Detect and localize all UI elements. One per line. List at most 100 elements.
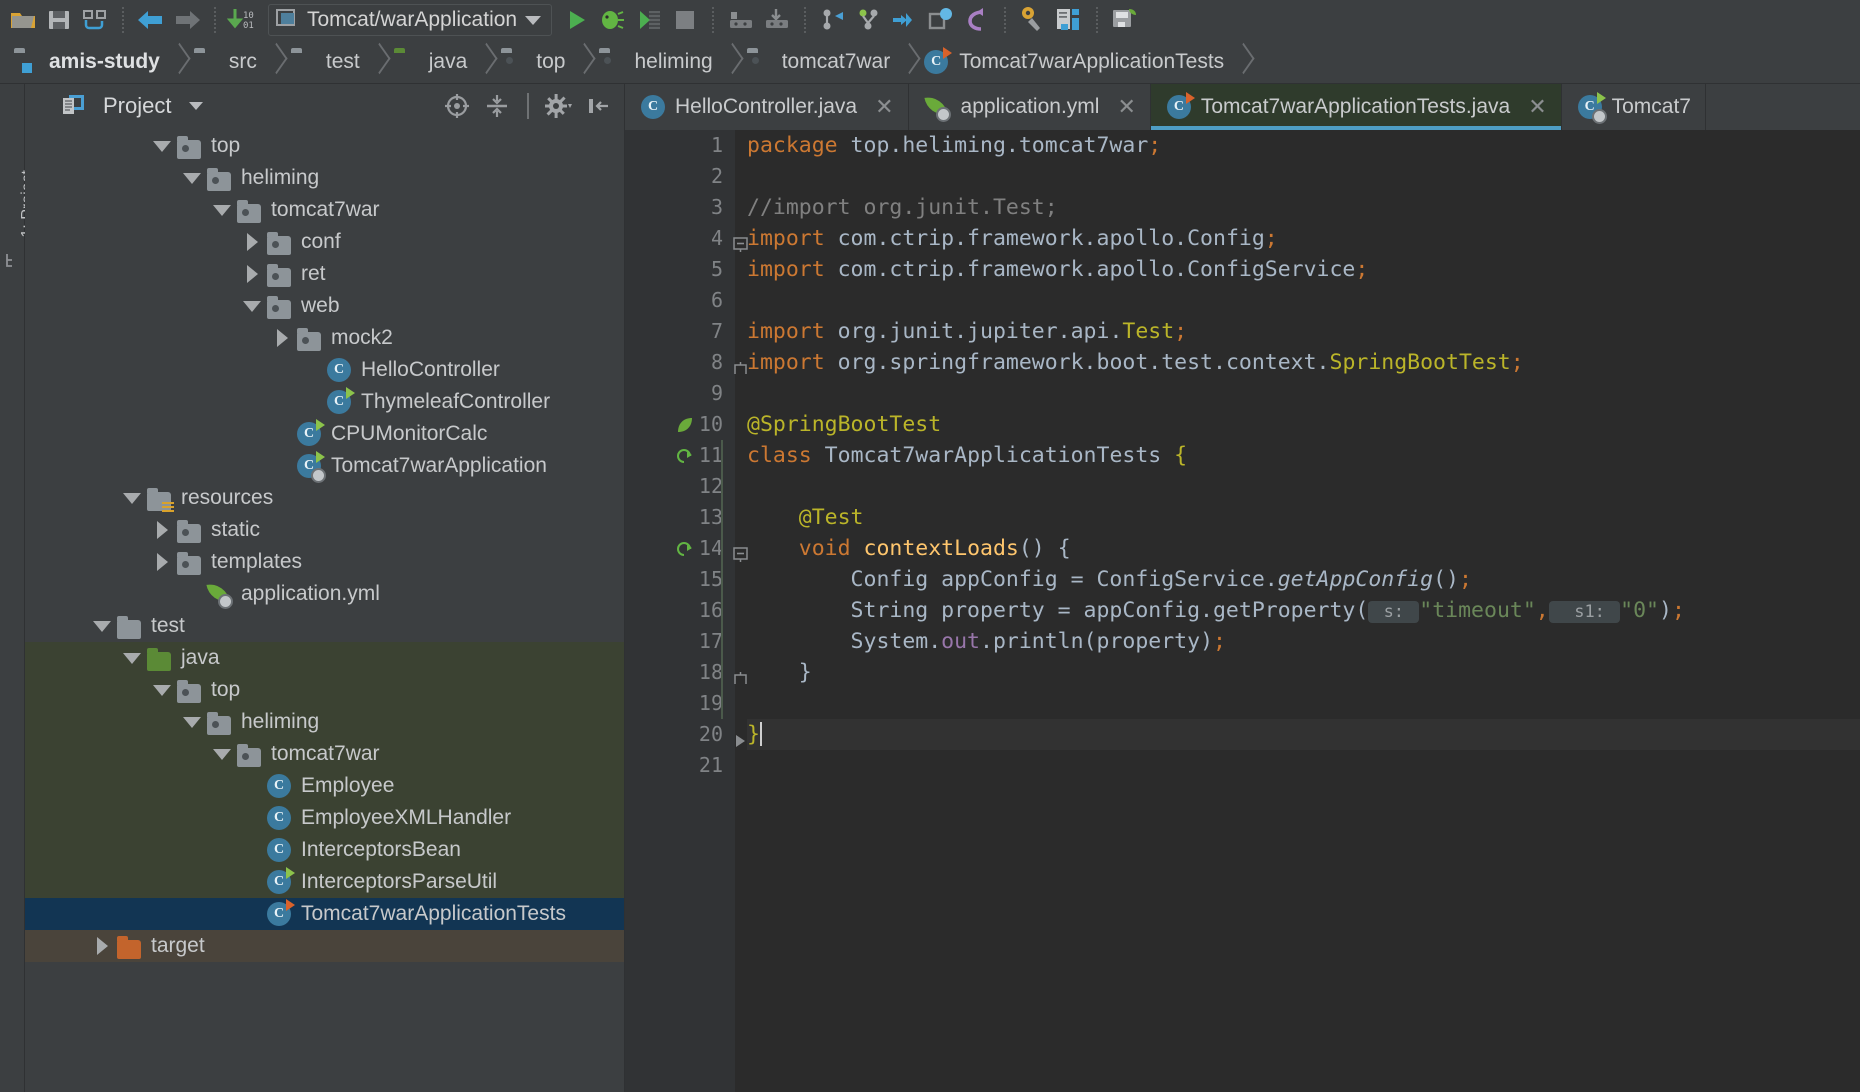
tree-row[interactable]: C ThymeleafController <box>25 386 624 418</box>
project-structure-icon[interactable] <box>1052 3 1086 37</box>
chevron-down-icon[interactable] <box>207 194 237 226</box>
run-with-coverage-icon[interactable] <box>632 3 666 37</box>
close-icon[interactable]: ✕ <box>1117 94 1135 120</box>
editor-gutter[interactable]: 1 2 3 4 5 6 7 8 9 10 11 12 13 14 15 16 17 18 19 20 21 <box>625 130 748 1092</box>
chevron-down-icon[interactable] <box>525 15 542 25</box>
stop-icon[interactable] <box>668 3 702 37</box>
chevron-down-icon[interactable] <box>189 102 204 110</box>
editor-text[interactable]: package top.heliming.tomcat7war; //import… <box>735 130 1860 1092</box>
tree-row[interactable]: mock2 <box>25 322 624 354</box>
tab-tomcat7warapplication-java[interactable]: C Tomcat7 <box>1561 84 1706 130</box>
tree-row[interactable]: C CPUMonitorCalc <box>25 418 624 450</box>
tree-row[interactable]: test <box>25 610 624 642</box>
code-line[interactable]: class Tomcat7warApplicationTests { <box>747 440 1860 471</box>
tab-hellocontroller-java[interactable]: C HelloController.java ✕ <box>625 84 909 130</box>
code-line[interactable]: import org.junit.jupiter.api.Test; <box>747 316 1860 347</box>
code-line[interactable]: System.out.println(property); <box>747 626 1860 657</box>
tree-row[interactable]: top <box>25 674 624 706</box>
open-folder-icon[interactable] <box>6 3 40 37</box>
chevron-right-icon[interactable] <box>147 514 177 546</box>
code-editor[interactable]: 1 2 3 4 5 6 7 8 9 10 11 12 13 14 15 16 17 18 19 20 21 packag… <box>625 130 1860 1092</box>
tree-row[interactable]: ret <box>25 258 624 290</box>
chevron-right-icon[interactable] <box>237 258 267 290</box>
hide-panel-icon[interactable] <box>582 89 616 123</box>
update-project-icon[interactable]: 10 01 <box>226 3 260 37</box>
code-line[interactable] <box>747 471 1860 502</box>
breadcrumb-item-java[interactable]: java <box>384 40 472 84</box>
tree-row[interactable]: heliming <box>25 706 624 738</box>
chevron-down-icon[interactable] <box>177 162 207 194</box>
tree-row[interactable]: templates <box>25 546 624 578</box>
chevron-down-icon[interactable] <box>177 706 207 738</box>
forward-arrow-icon[interactable] <box>170 3 204 37</box>
tree-row[interactable]: java <box>25 642 624 674</box>
collapse-all-icon[interactable] <box>480 89 514 123</box>
code-line[interactable] <box>747 750 1860 781</box>
tree-row[interactable]: target <box>25 930 624 962</box>
chevron-down-icon[interactable] <box>237 290 267 322</box>
run-test-icon[interactable] <box>673 444 695 466</box>
save-spring-icon[interactable] <box>1108 3 1142 37</box>
vcs-commit-icon[interactable] <box>852 3 886 37</box>
code-line[interactable] <box>747 378 1860 409</box>
code-line[interactable]: import com.ctrip.framework.apollo.Config… <box>747 223 1860 254</box>
breadcrumb-item-tomcat7warapplicationtests[interactable]: C Tomcat7warApplicationTests <box>914 40 1228 84</box>
chevron-down-icon[interactable] <box>87 610 117 642</box>
chevron-down-icon[interactable] <box>147 130 177 162</box>
undo-icon[interactable] <box>960 3 994 37</box>
tree-row[interactable]: resources <box>25 482 624 514</box>
tree-row[interactable]: C EmployeeXMLHandler <box>25 802 624 834</box>
chevron-right-icon[interactable] <box>87 930 117 962</box>
code-line[interactable]: String property = appConfig.getProperty(… <box>747 595 1860 626</box>
settings-icon[interactable] <box>1016 3 1050 37</box>
tree-row[interactable]: C HelloController <box>25 354 624 386</box>
sync-refresh-icon[interactable] <box>78 3 112 37</box>
tree-row[interactable]: static <box>25 514 624 546</box>
close-icon[interactable]: ✕ <box>875 94 893 120</box>
close-icon[interactable]: ✕ <box>1528 94 1546 120</box>
tree-row[interactable]: tomcat7war <box>25 194 624 226</box>
code-line[interactable]: } <box>747 657 1860 688</box>
vcs-push-icon[interactable] <box>888 3 922 37</box>
code-line[interactable]: @Test <box>747 502 1860 533</box>
search-everywhere-icon[interactable] <box>924 3 958 37</box>
vcs-update-icon[interactable] <box>816 3 850 37</box>
run-configuration-selector[interactable]: Tomcat/warApplication <box>268 4 553 36</box>
breadcrumb-item-src[interactable]: src <box>184 40 261 84</box>
tree-row[interactable]: C Employee <box>25 770 624 802</box>
structure-icon[interactable] <box>4 252 21 274</box>
breadcrumb-item-heliming[interactable]: heliming <box>589 40 716 84</box>
code-line[interactable]: @SpringBootTest <box>747 409 1860 440</box>
code-line[interactable]: import org.springframework.boot.test.con… <box>747 347 1860 378</box>
code-line[interactable]: import com.ctrip.framework.apollo.Config… <box>747 254 1860 285</box>
debug-icon[interactable] <box>596 3 630 37</box>
tree-row[interactable]: C Tomcat7warApplication <box>25 450 624 483</box>
tree-row[interactable]: C InterceptorsParseUtil <box>25 866 624 898</box>
tree-row[interactable]: C Tomcat7warApplicationTests <box>25 898 624 930</box>
breadcrumb-item-amis-study[interactable]: amis-study <box>4 40 164 84</box>
chevron-down-icon[interactable] <box>147 674 177 706</box>
code-line[interactable]: //import org.junit.Test; <box>747 192 1860 223</box>
tree-row[interactable]: C InterceptorsBean <box>25 834 624 866</box>
code-line[interactable] <box>747 285 1860 316</box>
breadcrumb-item-test[interactable]: test <box>281 40 364 84</box>
tree-row[interactable]: top <box>25 130 624 162</box>
run-icon[interactable] <box>560 3 594 37</box>
chevron-down-icon[interactable] <box>117 642 147 674</box>
back-arrow-icon[interactable] <box>134 3 168 37</box>
project-tree[interactable]: top heliming tomcat7war conf ret web mock2 C Hel… <box>25 128 624 1092</box>
breadcrumb-item-tomcat7war[interactable]: tomcat7war <box>737 40 895 84</box>
tab-tomcat7warapplicationtests-java[interactable]: C Tomcat7warApplicationTests.java ✕ <box>1150 84 1562 130</box>
tool-window-tab-project[interactable]: 1: Project <box>0 170 36 260</box>
tree-row[interactable]: conf <box>25 226 624 258</box>
code-line[interactable]: Config appConfig = ConfigService.getAppC… <box>747 564 1860 595</box>
settings-gear-icon[interactable] <box>542 89 576 123</box>
tree-row[interactable]: tomcat7war <box>25 738 624 770</box>
tree-row[interactable]: application.yml <box>25 578 624 610</box>
chevron-down-icon[interactable] <box>207 738 237 770</box>
chevron-right-icon[interactable] <box>147 546 177 578</box>
chevron-right-icon[interactable] <box>267 322 297 354</box>
save-all-icon[interactable] <box>42 3 76 37</box>
locate-file-icon[interactable] <box>440 89 474 123</box>
chevron-right-icon[interactable] <box>237 226 267 258</box>
